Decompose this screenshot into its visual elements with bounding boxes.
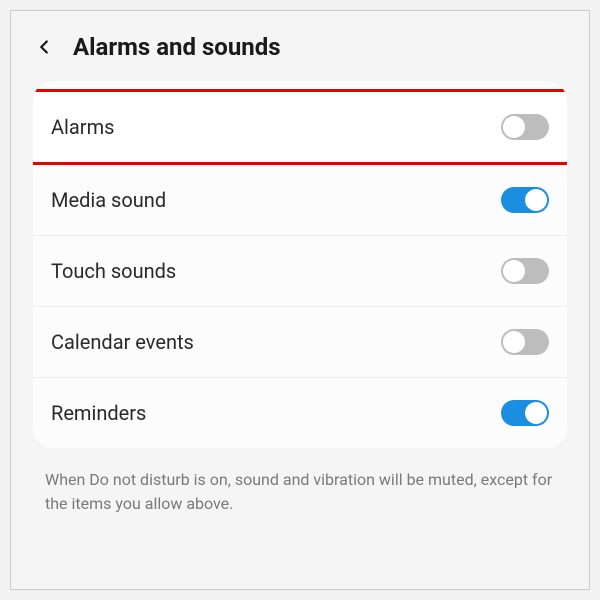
settings-screen: Alarms and sounds Alarms Media sound Tou… bbox=[10, 10, 590, 590]
back-icon[interactable] bbox=[33, 36, 55, 58]
setting-row-alarms[interactable]: Alarms bbox=[33, 89, 567, 165]
setting-label: Alarms bbox=[51, 115, 114, 139]
setting-row-touch-sounds[interactable]: Touch sounds bbox=[33, 236, 567, 307]
toggle-calendar-events[interactable] bbox=[501, 329, 549, 355]
toggle-media-sound[interactable] bbox=[501, 187, 549, 213]
setting-label: Touch sounds bbox=[51, 259, 176, 283]
toggle-reminders[interactable] bbox=[501, 400, 549, 426]
toggle-alarms[interactable] bbox=[501, 114, 549, 140]
setting-row-reminders[interactable]: Reminders bbox=[33, 378, 567, 448]
setting-label: Calendar events bbox=[51, 330, 194, 354]
setting-row-media-sound[interactable]: Media sound bbox=[33, 165, 567, 236]
setting-label: Media sound bbox=[51, 188, 166, 212]
header: Alarms and sounds bbox=[33, 23, 567, 81]
toggle-touch-sounds[interactable] bbox=[501, 258, 549, 284]
setting-row-calendar-events[interactable]: Calendar events bbox=[33, 307, 567, 378]
settings-panel: Alarms Media sound Touch sounds Calendar… bbox=[33, 81, 567, 448]
setting-label: Reminders bbox=[51, 401, 146, 425]
footer-text: When Do not disturb is on, sound and vib… bbox=[33, 448, 567, 516]
page-title: Alarms and sounds bbox=[73, 33, 281, 61]
